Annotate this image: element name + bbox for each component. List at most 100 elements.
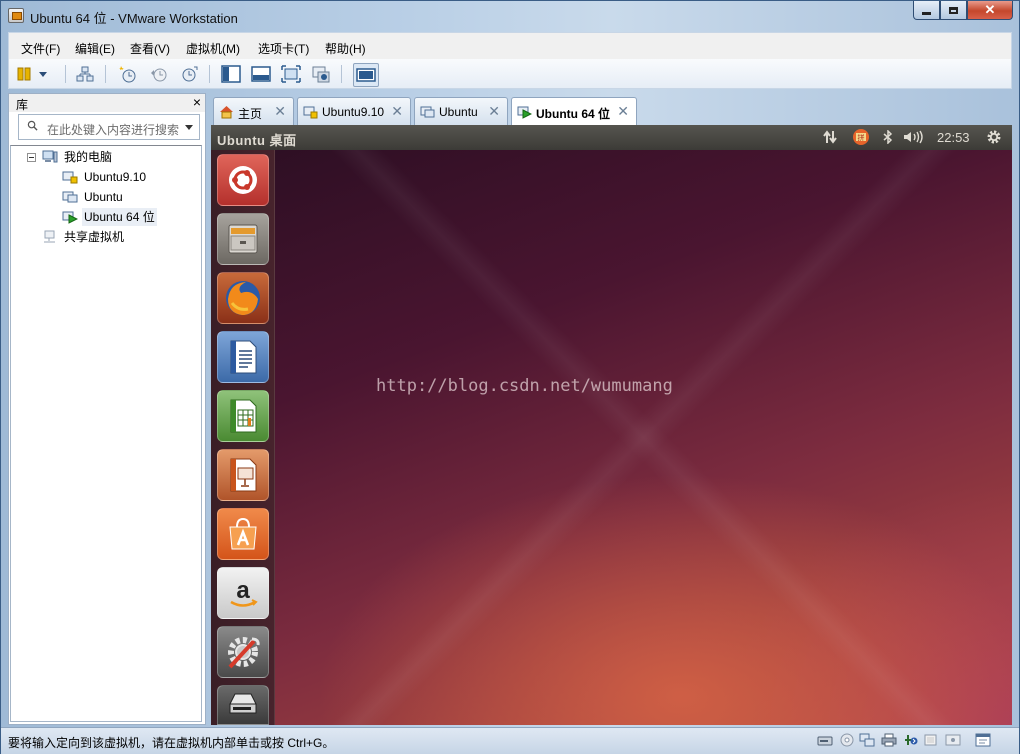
thumbnail-icon <box>251 66 271 82</box>
thumbnail-bar-button[interactable] <box>251 64 271 84</box>
close-icon: ✕ <box>984 2 996 17</box>
revert-snapshot-button[interactable] <box>149 64 169 84</box>
close-button[interactable]: ✕ <box>967 1 1013 20</box>
vm-console[interactable]: Ubuntu 桌面 拼 22:53 http://blog.csdn.net/w… <box>211 125 1012 725</box>
launcher-firefox-button[interactable] <box>217 272 269 324</box>
launcher-impress-button[interactable] <box>217 449 269 501</box>
search-icon <box>27 120 38 131</box>
files-icon <box>228 224 258 254</box>
status-message: 要将输入定向到该虚拟机，请在虚拟机内部单击或按 Ctrl+G。 <box>8 736 335 750</box>
launcher-drive-button[interactable] <box>217 685 269 725</box>
full-screen-button[interactable] <box>281 64 301 84</box>
tab-close-icon[interactable]: ✕ <box>617 103 629 120</box>
minimize-button[interactable] <box>913 1 940 20</box>
network-adapter-icon[interactable] <box>859 733 875 747</box>
title-bar: Ubuntu 64 位 - VMware Workstation ✕ <box>1 1 1019 31</box>
maximize-icon <box>949 6 958 14</box>
display-icon[interactable] <box>945 733 961 747</box>
impress-icon <box>230 458 257 492</box>
vmware-app-icon <box>8 8 24 23</box>
tab-strip: 主页 ✕ Ubuntu9.10 ✕ Ubuntu ✕ Ubuntu 64 位 ✕ <box>213 97 1013 126</box>
launcher-dash-button[interactable] <box>217 154 269 206</box>
launcher-amazon-button[interactable]: a <box>217 567 269 619</box>
launcher-settings-button[interactable] <box>217 626 269 678</box>
console-view-button[interactable] <box>353 63 379 87</box>
tree-collapse-icon[interactable] <box>27 153 36 162</box>
tree-item-label: Ubuntu <box>84 190 123 204</box>
pause-icon <box>17 67 47 81</box>
watermark-text: http://blog.csdn.net/wumumang <box>376 376 673 396</box>
launcher-software-center-button[interactable] <box>217 508 269 560</box>
status-bar: 要将输入定向到该虚拟机，请在虚拟机内部单击或按 Ctrl+G。 <box>1 727 1019 754</box>
system-settings-icon <box>228 637 260 669</box>
menu-help[interactable]: 帮助(H) <box>325 40 366 57</box>
hard-disk-icon[interactable] <box>817 733 833 747</box>
network-icon <box>76 66 94 82</box>
printer-icon[interactable] <box>881 733 897 747</box>
vm-icon <box>420 106 435 118</box>
input-method-icon[interactable]: 拼 <box>851 129 871 145</box>
tab-label: Ubuntu9.10 <box>322 105 385 119</box>
calc-icon <box>230 399 257 433</box>
vmware-window: Ubuntu 64 位 - VMware Workstation ✕ 文件(F)… <box>0 0 1020 754</box>
usb-bluetooth-icon[interactable] <box>902 733 918 747</box>
caption-buttons: ✕ <box>913 1 1013 21</box>
tab-close-icon[interactable]: ✕ <box>488 103 500 120</box>
tab-close-icon[interactable]: ✕ <box>274 103 286 120</box>
fullscreen-icon <box>281 65 301 83</box>
unity-button[interactable] <box>311 64 331 84</box>
vm-locked-icon <box>303 106 318 119</box>
tab-label: Ubuntu <box>439 105 478 119</box>
revert-icon <box>151 68 167 82</box>
network-indicator-icon[interactable] <box>821 129 839 145</box>
tab-ubuntu910[interactable]: Ubuntu9.10 ✕ <box>297 97 411 125</box>
launcher-calc-button[interactable] <box>217 390 269 442</box>
svg-text:拼: 拼 <box>858 133 865 142</box>
menu-bar: 文件(F) 编辑(E) 查看(V) 虚拟机(M) 选项卡(T) 帮助(H) <box>8 32 1012 59</box>
library-search-input[interactable]: 在此处键入内容进行搜索 <box>18 114 200 140</box>
tab-ubuntu64[interactable]: Ubuntu 64 位 ✕ <box>511 97 637 126</box>
vm-icon <box>62 191 78 203</box>
tree-item-label: Ubuntu 64 位 <box>82 208 157 226</box>
vm-running-icon <box>517 106 532 119</box>
sound-card-icon[interactable] <box>923 733 939 747</box>
show-library-button[interactable] <box>221 64 241 84</box>
launcher-files-button[interactable] <box>217 213 269 265</box>
cd-rom-icon[interactable] <box>839 733 855 747</box>
library-tree: 我的电脑 Ubuntu9.10 Ubuntu Ubuntu 64 位 共享虚拟机 <box>10 145 202 722</box>
menu-vm[interactable]: 虚拟机(M) <box>186 40 240 57</box>
send-ctrl-alt-del-button[interactable] <box>75 64 95 84</box>
menu-view[interactable]: 查看(V) <box>130 40 170 57</box>
menu-edit[interactable]: 编辑(E) <box>75 40 115 57</box>
take-snapshot-button[interactable] <box>117 64 137 84</box>
library-title: 库 <box>16 98 29 112</box>
tree-item-label: 我的电脑 <box>64 150 113 164</box>
tree-item-label: Ubuntu9.10 <box>84 170 147 184</box>
library-close-button[interactable]: × <box>193 94 201 110</box>
panel-clock[interactable]: 22:53 <box>937 130 970 145</box>
launcher-writer-button[interactable] <box>217 331 269 383</box>
amazon-icon: a <box>230 577 258 607</box>
suspend-button[interactable] <box>17 64 49 84</box>
svg-text:a: a <box>236 577 250 604</box>
ubuntu-top-panel: Ubuntu 桌面 拼 22:53 <box>211 125 1012 150</box>
bluetooth-icon[interactable] <box>881 129 895 145</box>
tab-home[interactable]: 主页 ✕ <box>213 97 294 125</box>
tab-close-icon[interactable]: ✕ <box>391 103 403 120</box>
ubuntu-desktop[interactable]: http://blog.csdn.net/wumumang <box>275 150 1012 725</box>
toolbar <box>8 59 1012 89</box>
software-center-icon <box>229 517 257 550</box>
writer-icon <box>230 340 257 374</box>
message-log-icon[interactable] <box>975 733 991 747</box>
panel-title: Ubuntu 桌面 <box>217 133 297 148</box>
chevron-down-icon[interactable] <box>185 125 193 130</box>
search-placeholder: 在此处键入内容进行搜索 <box>47 123 180 137</box>
volume-icon[interactable] <box>903 129 925 145</box>
snapshot-manager-button[interactable] <box>179 64 199 84</box>
tab-ubuntu[interactable]: Ubuntu ✕ <box>414 97 508 125</box>
menu-file[interactable]: 文件(F) <box>21 40 60 57</box>
session-gear-icon[interactable] <box>985 129 1003 145</box>
maximize-button[interactable] <box>940 1 967 20</box>
menu-tabs[interactable]: 选项卡(T) <box>258 40 309 57</box>
unity-icon <box>312 66 330 83</box>
